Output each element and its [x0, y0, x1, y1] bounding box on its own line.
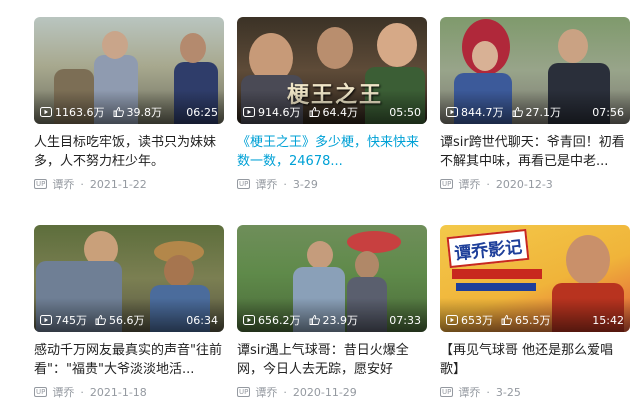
- like-count: 64.4万: [322, 106, 359, 119]
- thumbnail-figure: [558, 29, 588, 63]
- view-count: 656.2万: [258, 314, 301, 327]
- uploader-name[interactable]: 谭乔: [458, 176, 480, 192]
- view-count: 914.6万: [258, 106, 301, 119]
- uploader-name[interactable]: 谭乔: [52, 176, 74, 192]
- video-duration: 15:42: [592, 313, 624, 327]
- video-thumbnail[interactable]: 656.2万 23.9万 07:33: [237, 225, 427, 332]
- video-meta: UP 谭乔 · 3-25: [440, 384, 630, 400]
- like-count-icon: [309, 315, 320, 325]
- video-title[interactable]: 《梗王之王》多少梗，快来快来数一数，24678...: [237, 133, 427, 171]
- up-badge-icon: UP: [440, 179, 454, 189]
- video-card[interactable]: 梗王之王 914.6万 64.4万 05:50 《梗王之王》多少梗，快来快来数一…: [237, 17, 427, 192]
- thumbnail-banner: [456, 283, 536, 291]
- like-count: 39.8万: [126, 106, 163, 119]
- play-count-icon: [243, 107, 255, 117]
- publish-date: 3-25: [495, 385, 521, 399]
- video-thumbnail[interactable]: 745万 56.6万 06:34: [34, 225, 224, 332]
- video-duration: 07:56: [592, 105, 624, 119]
- publish-date: 2020-12-3: [495, 177, 553, 191]
- thumbnail-banner: [452, 269, 542, 279]
- video-duration: 06:25: [186, 105, 218, 119]
- view-count: 1163.6万: [55, 106, 105, 119]
- like-count: 56.6万: [109, 314, 145, 327]
- video-title[interactable]: 【再见气球哥 他还是那么爱唱歌】: [440, 341, 630, 379]
- uploader-name[interactable]: 谭乔: [52, 384, 74, 400]
- like-count-icon: [309, 107, 320, 117]
- video-card[interactable]: 844.7万 27.1万 07:56 谭sir跨世代聊天：爷青回！初看不解其中味…: [440, 17, 630, 192]
- thumbnail-figure: [355, 251, 379, 279]
- up-badge-icon: UP: [237, 387, 251, 397]
- up-badge-icon: UP: [440, 387, 454, 397]
- thumbnail-figure: [472, 41, 498, 71]
- video-duration: 05:50: [389, 105, 421, 119]
- video-meta: UP 谭乔 · 2020-12-3: [440, 176, 630, 192]
- thumbnail-figure: [566, 235, 610, 285]
- publish-date: 2021-1-22: [89, 177, 147, 191]
- video-title[interactable]: 感动千万网友最真实的声音"往前看"："福贵"大爷淡淡地活...: [34, 341, 224, 379]
- like-count-icon: [501, 315, 512, 325]
- up-badge-icon: UP: [34, 387, 48, 397]
- uploader-name[interactable]: 谭乔: [458, 384, 480, 400]
- like-count: 65.5万: [515, 314, 551, 327]
- video-duration: 07:33: [389, 313, 421, 327]
- video-card[interactable]: 656.2万 23.9万 07:33 谭sir遇上气球哥：昔日火爆全网，今日人去…: [237, 225, 427, 400]
- video-grid: 1163.6万 39.8万 06:25 人生目标吃牢饭，读书只为妹妹多，人不努力…: [0, 0, 640, 403]
- video-thumbnail[interactable]: 梗王之王 914.6万 64.4万 05:50: [237, 17, 427, 124]
- like-count-icon: [512, 107, 523, 117]
- thumbnail-figure: [102, 31, 128, 59]
- thumbnail-figure: [164, 255, 194, 287]
- play-count-icon: [446, 107, 458, 117]
- up-badge-icon: UP: [237, 179, 251, 189]
- thumbnail-figure: [307, 241, 333, 269]
- play-count-icon: [40, 107, 52, 117]
- video-card[interactable]: 745万 56.6万 06:34 感动千万网友最真实的声音"往前看"："福贵"大…: [34, 225, 224, 400]
- publish-date: 2021-1-18: [89, 385, 147, 399]
- like-count: 23.9万: [322, 314, 359, 327]
- like-count-icon: [95, 315, 106, 325]
- view-count: 653万: [461, 314, 493, 327]
- video-card[interactable]: 1163.6万 39.8万 06:25 人生目标吃牢饭，读书只为妹妹多，人不努力…: [34, 17, 224, 192]
- video-title[interactable]: 谭sir跨世代聊天：爷青回！初看不解其中味，再看已是中老...: [440, 133, 630, 171]
- video-thumbnail[interactable]: 844.7万 27.1万 07:56: [440, 17, 630, 124]
- publish-date: 2020-11-29: [292, 385, 357, 399]
- video-meta: UP 谭乔 · 2020-11-29: [237, 384, 427, 400]
- play-count-icon: [446, 315, 458, 325]
- meta-separator: ·: [283, 385, 287, 399]
- view-count: 745万: [55, 314, 87, 327]
- thumbnail-figure: [317, 27, 353, 69]
- video-title[interactable]: 人生目标吃牢饭，读书只为妹妹多，人不努力枉少年。: [34, 133, 224, 171]
- video-meta: UP 谭乔 · 3-29: [237, 176, 427, 192]
- uploader-name[interactable]: 谭乔: [255, 384, 277, 400]
- play-count-icon: [243, 315, 255, 325]
- thumbnail-figure: [347, 231, 401, 253]
- video-title[interactable]: 谭sir遇上气球哥：昔日火爆全网，今日人去无踪，愿安好: [237, 341, 427, 379]
- uploader-name[interactable]: 谭乔: [255, 176, 277, 192]
- video-thumbnail[interactable]: 谭乔影记 653万 65.5万 15:42: [440, 225, 630, 332]
- video-thumbnail[interactable]: 1163.6万 39.8万 06:25: [34, 17, 224, 124]
- up-badge-icon: UP: [34, 179, 48, 189]
- meta-separator: ·: [80, 177, 84, 191]
- thumbnail-figure: [180, 33, 206, 63]
- view-count: 844.7万: [461, 106, 504, 119]
- video-duration: 06:34: [186, 313, 218, 327]
- thumbnail-figure: [377, 23, 417, 67]
- meta-separator: ·: [486, 385, 490, 399]
- play-count-icon: [40, 315, 52, 325]
- like-count-icon: [113, 107, 124, 117]
- meta-separator: ·: [80, 385, 84, 399]
- like-count: 27.1万: [525, 106, 562, 119]
- video-meta: UP 谭乔 · 2021-1-18: [34, 384, 224, 400]
- meta-separator: ·: [486, 177, 490, 191]
- video-meta: UP 谭乔 · 2021-1-22: [34, 176, 224, 192]
- thumbnail-caption: 谭乔影记: [446, 228, 530, 269]
- meta-separator: ·: [283, 177, 287, 191]
- publish-date: 3-29: [292, 177, 318, 191]
- video-card[interactable]: 谭乔影记 653万 65.5万 15:42 【再见气球哥 他还是那么爱唱歌】 U…: [440, 225, 630, 400]
